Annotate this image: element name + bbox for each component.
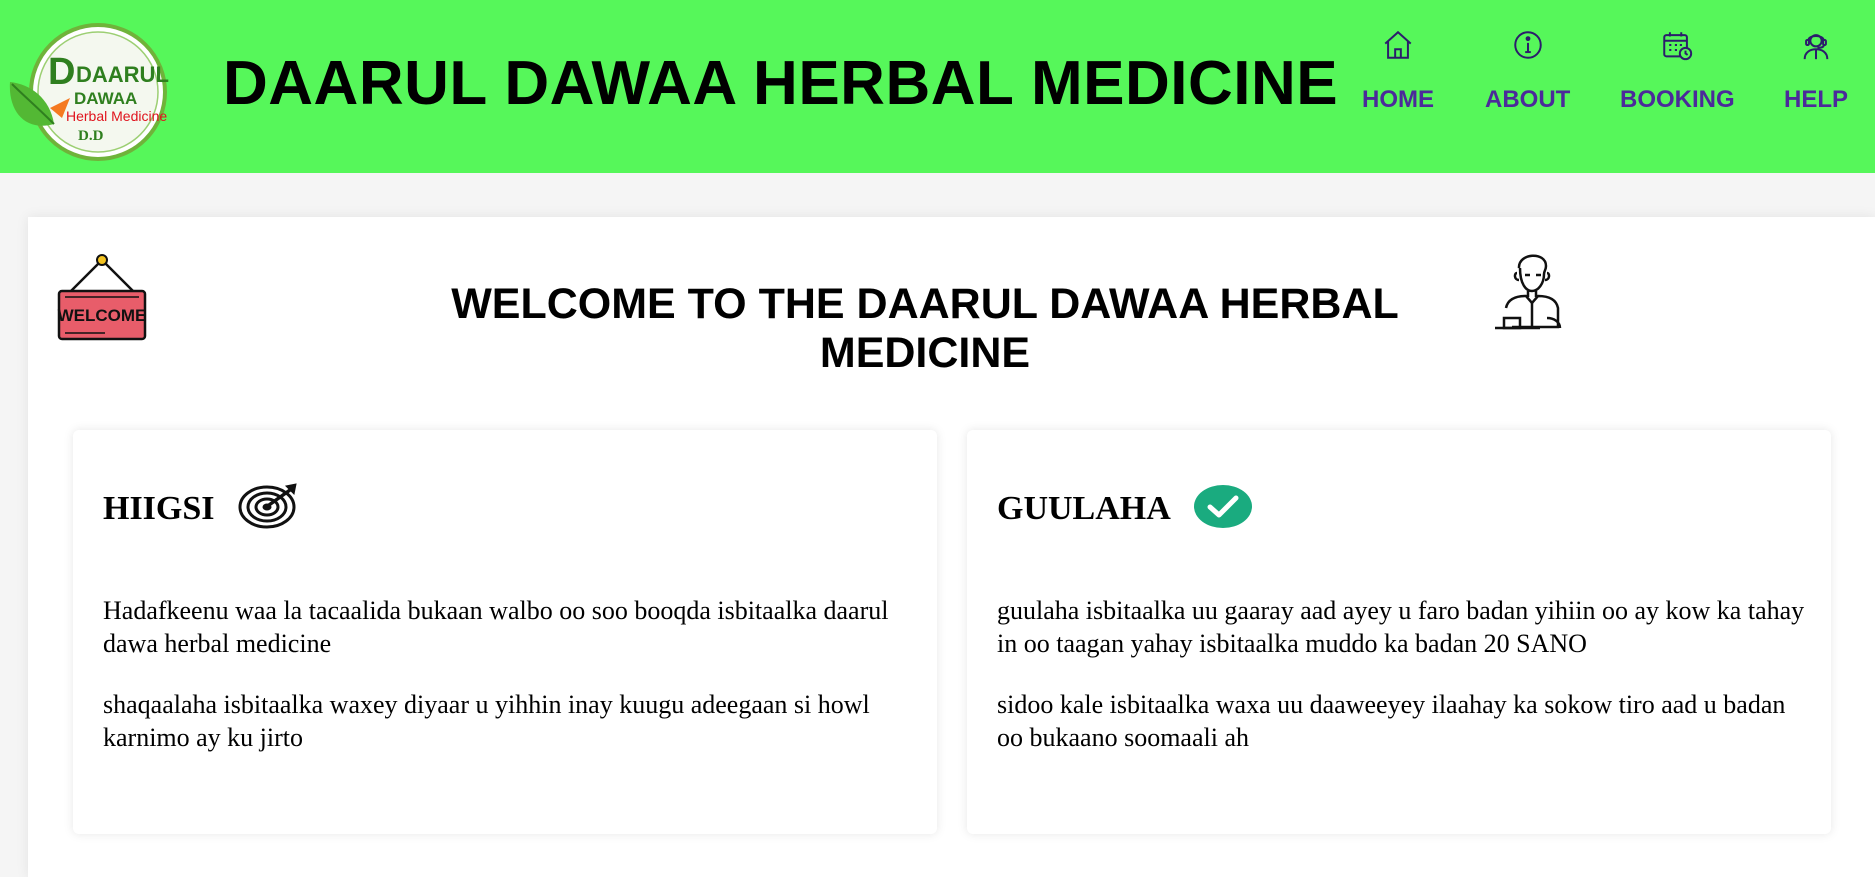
welcome-sign-icon: WELCOME bbox=[58, 254, 147, 341]
welcome-heading: WELCOME TO THE DAARUL DAWAA HERBAL MEDIC… bbox=[451, 280, 1399, 377]
card-hiigsi-title: HIIGSI bbox=[103, 490, 215, 527]
site-title: DAARUL DAWAA HERBAL MEDICINE bbox=[223, 49, 1339, 118]
nav-booking-label: BOOKING bbox=[1620, 86, 1735, 113]
nav-about-label: ABOUT bbox=[1485, 86, 1571, 113]
logo-line1: DAARUL bbox=[76, 62, 169, 87]
calendar-icon bbox=[1663, 32, 1693, 61]
nav-help-label: HELP bbox=[1784, 86, 1849, 113]
card-guulaha-paragraph-1: guulaha isbitaalka uu gaaray aad ayey u … bbox=[997, 596, 1805, 658]
home-icon bbox=[1384, 30, 1412, 59]
card-hiigsi-paragraph-1: Hadafkeenu waa la tacaalida bukaan walbo… bbox=[103, 596, 889, 658]
svg-text:D: D bbox=[48, 51, 75, 93]
logo[interactable]: D DAARUL DAWAA Herbal Medicine D.D bbox=[6, 22, 176, 162]
card-guulaha-title: GUULAHA bbox=[997, 490, 1171, 527]
nav-home-label: HOME bbox=[1362, 86, 1434, 113]
nav-booking[interactable]: BOOKING bbox=[1620, 28, 1735, 114]
welcome-sign-text: WELCOME bbox=[58, 306, 147, 325]
nav-about[interactable]: ABOUT bbox=[1485, 28, 1570, 114]
site-header: D DAARUL DAWAA Herbal Medicine D.D DAARU… bbox=[0, 0, 1875, 173]
person-icon bbox=[1495, 254, 1562, 330]
nav-home[interactable]: HOME bbox=[1362, 28, 1434, 114]
logo-line3: Herbal Medicine bbox=[66, 108, 167, 124]
target-icon bbox=[238, 483, 297, 529]
logo-line2: DAWAA bbox=[74, 89, 137, 108]
card-guulaha-paragraph-2: sidoo kale isbitaalka waxa uu daaweeyey … bbox=[997, 690, 1786, 752]
nav-help[interactable]: HELP bbox=[1784, 28, 1848, 114]
check-badge-icon bbox=[1194, 485, 1252, 528]
logo-line4: D.D bbox=[78, 128, 104, 144]
card-hiigsi-paragraph-2: shaqaalaha isbitaalka waxey diyaar u yih… bbox=[103, 690, 870, 752]
info-icon bbox=[1513, 31, 1542, 59]
support-agent-icon bbox=[1803, 34, 1829, 60]
